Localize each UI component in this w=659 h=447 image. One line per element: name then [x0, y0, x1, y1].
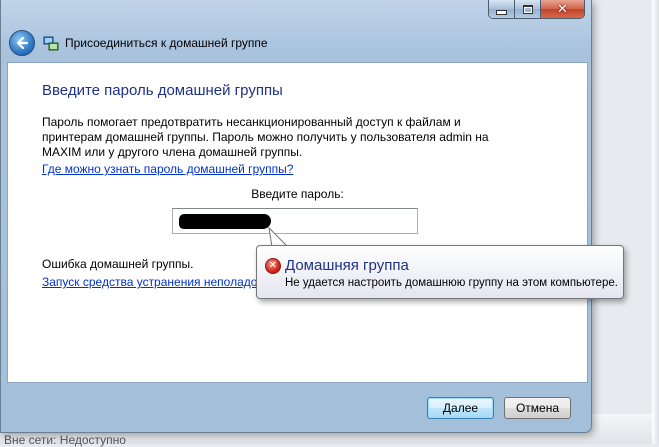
- wizard-content: Введите пароль домашней группы Пароль по…: [7, 62, 588, 383]
- password-input[interactable]: [172, 208, 418, 234]
- desktop-status-text: Вне сети: Недоступно: [4, 433, 126, 447]
- error-balloon: ✕ Домашняя группа Не удается настроить д…: [256, 245, 624, 299]
- close-button[interactable]: ✕: [541, 0, 584, 18]
- wizard-toolbar: Присоединиться к домашней группе: [7, 28, 585, 58]
- minimize-button[interactable]: [489, 0, 515, 18]
- description-text: Пароль помогает предотвратить несанкцион…: [42, 115, 489, 159]
- balloon-title: Домашняя группа: [285, 257, 409, 274]
- maximize-icon: [522, 4, 533, 14]
- caption-buttons: ✕: [488, 0, 585, 19]
- error-icon: ✕: [265, 258, 281, 274]
- error-label: Ошибка домашней группы.: [42, 257, 194, 271]
- homegroup-join-window: ✕ Присоединиться к домашней группе Введи…: [0, 0, 592, 433]
- next-button[interactable]: Далее: [427, 397, 494, 419]
- back-arrow-icon: [16, 37, 28, 49]
- cancel-button[interactable]: Отмена: [504, 397, 571, 419]
- wizard-footer: Далее Отмена: [7, 382, 586, 422]
- password-label: Введите пароль:: [251, 187, 344, 201]
- where-password-link[interactable]: Где можно узнать пароль домашней группы?: [42, 162, 293, 176]
- homegroup-icon: [43, 35, 59, 51]
- window-title: Присоединиться к домашней группе: [65, 36, 268, 50]
- maximize-button[interactable]: [515, 0, 541, 18]
- page-heading: Введите пароль домашней группы: [42, 82, 283, 99]
- back-button[interactable]: [9, 30, 35, 56]
- close-icon: ✕: [557, 1, 568, 17]
- redacted-password-scribble: [179, 214, 271, 229]
- desktop-edge: [652, 0, 659, 444]
- minimize-icon: [496, 9, 507, 15]
- balloon-message: Не удается настроить домашнюю группу на …: [285, 277, 618, 289]
